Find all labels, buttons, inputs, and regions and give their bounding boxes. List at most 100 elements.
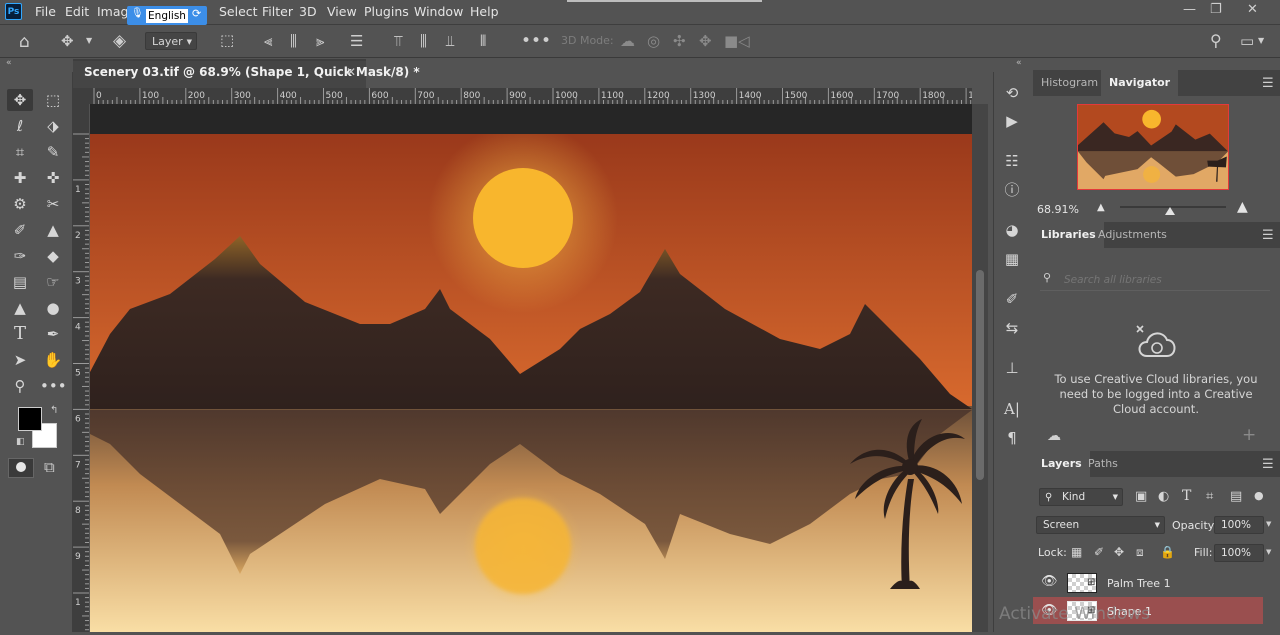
history-panel-icon[interactable]: ⟲ <box>1000 82 1024 104</box>
crop-tool-icon[interactable]: ⌗ <box>7 141 33 163</box>
clone-stamp-tool-icon[interactable]: ▲ <box>40 219 66 241</box>
foreground-color-swatch[interactable] <box>18 407 42 431</box>
character-panel-icon[interactable]: A| <box>1000 398 1024 420</box>
smudge-tool-icon[interactable]: ☞ <box>40 271 66 293</box>
drag-3d-icon[interactable]: ✣ <box>673 32 686 50</box>
menu-select[interactable]: Select <box>219 4 258 19</box>
clone-source-icon[interactable]: ⊥ <box>1000 357 1024 379</box>
blend-mode-select[interactable]: Screen ▼ <box>1036 516 1165 534</box>
document-canvas[interactable] <box>90 123 972 632</box>
move-tool-icon[interactable]: ✥ <box>7 89 33 111</box>
chevron-down-icon[interactable]: ▼ <box>1266 548 1271 556</box>
workspace-icon[interactable]: ▭ <box>1240 32 1254 50</box>
more-options-icon[interactable]: ••• <box>521 31 551 51</box>
type-tool-icon[interactable]: T <box>7 323 33 345</box>
chevron-down-icon[interactable]: ▼ <box>1266 520 1271 528</box>
restore-icon[interactable]: ❐ <box>1210 2 1222 17</box>
navigator-zoom-value[interactable]: 68.91% <box>1037 203 1079 216</box>
spot-healing-tool-icon[interactable]: ✜ <box>40 167 66 189</box>
filter-type-icon[interactable]: T <box>1182 488 1191 504</box>
object-selection-tool-icon[interactable]: ⬗ <box>40 115 66 137</box>
brush-tool-icon[interactable]: ✐ <box>7 219 33 241</box>
dodge-tool-icon[interactable]: ● <box>40 297 66 319</box>
minimize-icon[interactable]: — <box>1183 2 1196 17</box>
menu-view[interactable]: View <box>327 4 357 19</box>
distribute-icon[interactable]: ☰ <box>350 32 363 50</box>
lock-position-icon[interactable]: ✥ <box>1114 545 1124 559</box>
collapse-toolbar-icon[interactable]: « <box>6 58 12 68</box>
align-top-icon[interactable]: ⫪ <box>394 32 402 50</box>
history-brush-tool-icon[interactable]: ✑ <box>7 245 33 267</box>
ruler-origin[interactable] <box>73 88 90 104</box>
filter-smart-object-icon[interactable]: ▤ <box>1230 489 1242 504</box>
zoom-in-icon[interactable]: ▲ <box>1237 199 1248 215</box>
actions-panel-icon[interactable]: ▶ <box>1000 110 1024 132</box>
move-tool-icon[interactable]: ✥ <box>61 32 74 50</box>
brush-settings-icon[interactable]: ✐ <box>1000 288 1024 310</box>
more-tools-icon[interactable]: ••• <box>40 375 67 397</box>
menu-3d[interactable]: 3D <box>299 4 317 19</box>
orbit-3d-icon[interactable]: ☁ <box>620 32 635 50</box>
navigator-preview[interactable] <box>1077 104 1229 190</box>
chevron-down-icon[interactable]: ▼ <box>1258 36 1264 45</box>
tab-adjustments[interactable]: Adjustments <box>1090 222 1175 248</box>
panel-menu-icon[interactable]: ☰ <box>1262 457 1274 472</box>
marquee-tool-icon[interactable]: ⬚ <box>40 89 66 111</box>
add-library-icon[interactable]: + <box>1242 425 1256 445</box>
hand-tool-icon[interactable]: ✋ <box>40 349 66 371</box>
align-left-icon[interactable]: ⫷ <box>264 32 272 50</box>
filter-adjustment-icon[interactable]: ◐ <box>1158 489 1169 504</box>
pen-tool-icon[interactable]: ✒ <box>40 323 66 345</box>
scrollbar-thumb[interactable] <box>976 270 984 480</box>
menu-filter[interactable]: Filter <box>262 4 293 19</box>
tab-paths[interactable]: Paths <box>1080 451 1126 477</box>
ruler-horizontal[interactable]: 0 100 200 300 400 500 600 700 800 900 1000 1100 1200… <box>90 88 972 105</box>
distribute-vertical-icon[interactable]: ⫴ <box>480 32 486 50</box>
screen-mode-icon[interactable]: ⧉ <box>44 458 55 476</box>
panel-menu-icon[interactable]: ☰ <box>1262 76 1274 91</box>
layer-name[interactable]: Palm Tree 1 <box>1107 577 1171 590</box>
zoom-slider-handle[interactable] <box>1165 207 1175 215</box>
menu-edit[interactable]: Edit <box>65 4 89 19</box>
align-middle-icon[interactable]: ⫼ <box>420 32 427 50</box>
library-search-input[interactable] <box>1062 271 1266 289</box>
lock-image-pixels-icon[interactable]: ✐ <box>1094 545 1104 559</box>
search-icon[interactable]: ⚲ <box>1210 31 1222 50</box>
auto-select-icon[interactable]: ◈ <box>113 31 126 51</box>
chevron-down-icon[interactable]: ▼ <box>86 36 92 45</box>
align-right-icon[interactable]: ⫸ <box>316 32 324 50</box>
swap-colors-icon[interactable]: ↰ <box>50 405 58 416</box>
home-icon[interactable]: ⌂ <box>19 32 30 52</box>
zoom-tool-icon[interactable]: ⚲ <box>7 375 33 397</box>
microphone-icon[interactable]: 🎙 <box>131 8 144 19</box>
align-bottom-icon[interactable]: ⫫ <box>446 32 454 50</box>
info-panel-icon[interactable]: ⓘ <box>1000 179 1024 201</box>
grid-panel-icon[interactable]: ▦ <box>1000 248 1024 270</box>
swatches-panel-icon[interactable]: ◕ <box>1000 219 1024 241</box>
ruler-vertical[interactable]: 1 2 3 4 5 6 7 8 9 1 <box>73 104 89 632</box>
content-aware-tool-icon[interactable]: ⚙ <box>7 193 33 215</box>
expand-panels-icon[interactable]: « <box>1016 58 1022 68</box>
slide-3d-icon[interactable]: ✥ <box>699 32 712 50</box>
healing-brush-tool-icon[interactable]: ✚ <box>7 167 33 189</box>
menu-file[interactable]: File <box>35 4 56 19</box>
sync-icon[interactable]: ⟳ <box>192 7 201 20</box>
lasso-tool-icon[interactable]: ℓ <box>7 115 33 137</box>
auto-select-target-select[interactable]: Layer ▼ <box>145 32 197 50</box>
lock-transparent-pixels-icon[interactable]: ▦ <box>1071 545 1082 559</box>
menu-window[interactable]: Window <box>414 4 463 19</box>
eraser-tool-icon[interactable]: ◆ <box>40 245 66 267</box>
close-tab-icon[interactable]: ✕ <box>346 65 356 79</box>
paragraph-panel-icon[interactable]: ¶ <box>1000 427 1024 449</box>
lock-artboard-icon[interactable]: ⧈ <box>1136 545 1144 560</box>
brushes-panel-icon[interactable]: ⇆ <box>1000 317 1024 339</box>
filter-shape-icon[interactable]: ⌗ <box>1206 489 1213 504</box>
quick-mask-mode-button[interactable] <box>8 458 34 478</box>
lock-all-icon[interactable]: 🔒 <box>1160 545 1175 559</box>
roll-3d-icon[interactable]: ◎ <box>647 32 660 50</box>
filter-pixel-icon[interactable]: ▣ <box>1135 489 1147 504</box>
sharpen-tool-icon[interactable]: ▲ <box>7 297 33 319</box>
gradient-tool-icon[interactable]: ▤ <box>7 271 33 293</box>
properties-panel-icon[interactable]: ☷ <box>1000 150 1024 172</box>
transform-controls-icon[interactable]: ⬚ <box>220 31 234 49</box>
